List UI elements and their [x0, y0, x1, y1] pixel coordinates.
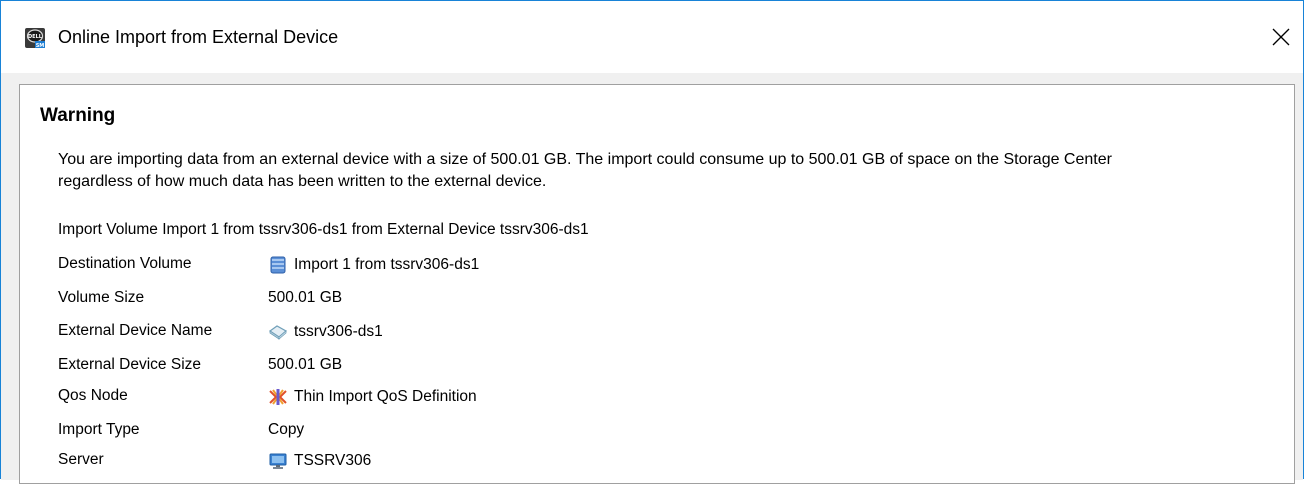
import-summary: Import Volume Import 1 from tssrv306-ds1… — [58, 221, 589, 238]
volume-icon — [270, 256, 286, 274]
warning-message: You are importing data from an external … — [58, 151, 1112, 190]
detail-value: Copy — [268, 421, 305, 438]
dialog-window: DELL SM Online Import from External Devi… — [0, 0, 1304, 484]
close-icon — [1272, 28, 1290, 46]
detail-value: Import 1 from tssrv306-ds1 — [294, 256, 480, 273]
detail-label: Destination Volume — [58, 255, 192, 272]
detail-value: TSSRV306 — [294, 452, 372, 469]
warning-panel: Warning You are importing data from an e… — [19, 84, 1295, 484]
detail-value: tssrv306-ds1 — [294, 323, 383, 340]
qos-node-icon — [269, 389, 287, 405]
close-button[interactable] — [1259, 15, 1303, 59]
svg-text:SM: SM — [36, 43, 45, 48]
detail-label: Server — [58, 451, 104, 468]
detail-label: External Device Name — [58, 322, 213, 339]
title-bar: DELL SM Online Import from External Devi… — [1, 1, 1303, 73]
detail-value: 500.01 GB — [268, 356, 343, 373]
detail-label: Import Type — [58, 421, 140, 438]
detail-label: External Device Size — [58, 356, 202, 373]
detail-label: Qos Node — [58, 387, 128, 404]
dell-storage-manager-icon: DELL SM — [25, 28, 45, 48]
external-device-icon — [268, 325, 288, 340]
svg-text:DELL: DELL — [28, 34, 43, 40]
dialog-content: Warning You are importing data from an e… — [1, 73, 1303, 484]
warning-heading: Warning — [40, 105, 116, 126]
detail-label: Volume Size — [58, 289, 145, 306]
server-icon — [269, 453, 287, 469]
window-title: Online Import from External Device — [58, 27, 339, 47]
detail-value: Thin Import QoS Definition — [294, 388, 477, 405]
detail-value: 500.01 GB — [268, 289, 343, 306]
